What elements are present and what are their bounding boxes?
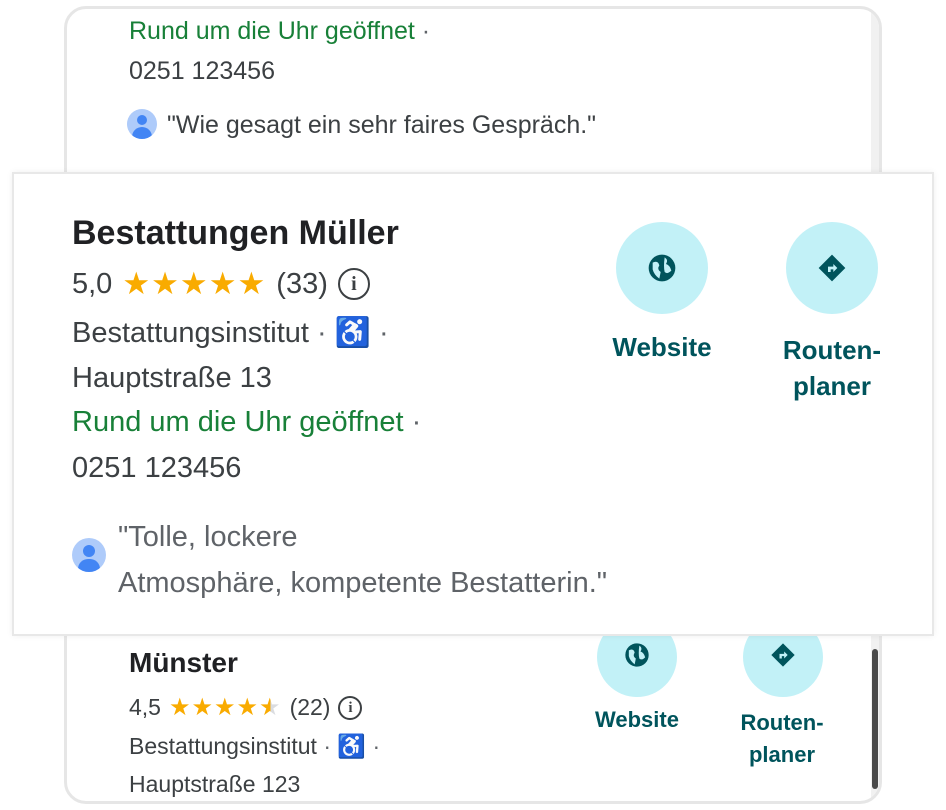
info-icon[interactable]: i	[337, 268, 370, 300]
opening-hours[interactable]: Rund um die Uhr geöffnet	[72, 406, 404, 438]
bottom-listing-rating-row: 4,5 ★★★★★ (22) i	[129, 693, 363, 722]
star-rating: ★★★★★	[122, 266, 267, 301]
reviewer-avatar	[127, 109, 157, 139]
bottom-listing-name[interactable]: Münster	[129, 647, 238, 679]
separator-dot: ·	[317, 317, 327, 349]
bottom-listing-category: Bestattungsinstitut	[129, 733, 317, 759]
bottom-listing-category-line: Bestattungsinstitut · ♿ ·	[129, 733, 380, 760]
category-line: Bestattungsinstitut · ♿ ·	[72, 316, 389, 350]
listing-address: Hauptstraße 13	[72, 362, 272, 394]
directions-label-line1: Routen-	[782, 335, 882, 365]
wheelchair-accessible-icon: ♿	[334, 317, 371, 349]
globe-icon	[648, 254, 676, 282]
scrollbar-thumb[interactable]	[872, 649, 878, 789]
separator-dot: ·	[378, 317, 389, 349]
info-icon[interactable]: i	[338, 695, 363, 720]
directions-label[interactable]: Routen- planer	[722, 707, 842, 771]
rating-value: 5,0	[72, 267, 113, 300]
directions-icon	[818, 254, 846, 282]
listing-phone[interactable]: 0251 123456	[72, 452, 241, 485]
review-snippet-line1: "Tolle, lockere	[118, 521, 298, 553]
separator-dot: ·	[411, 406, 422, 438]
globe-icon	[625, 643, 649, 667]
wheelchair-accessible-icon: ♿	[337, 733, 367, 759]
rating-row: 5,0 ★★★★★ (33) i	[72, 266, 370, 302]
review-snippet-line2: Atmosphäre, kompetente Bestatterin."	[118, 567, 608, 599]
bottom-listing-rating: 4,5	[129, 694, 161, 720]
directions-button[interactable]	[786, 222, 878, 314]
directions-icon	[771, 643, 795, 667]
hours-line: Rund um die Uhr geöffnet ·	[72, 406, 421, 439]
directions-label-line1: Routen-	[740, 710, 824, 735]
featured-listing-card[interactable]: Bestattungen Müller 5,0 ★★★★★ (33) i Bes…	[12, 172, 934, 636]
top-listing-hours: Rund um die Uhr geöffnet	[129, 17, 415, 45]
top-listing-review: "Wie gesagt ein sehr faires Gespräch."	[167, 111, 597, 139]
directions-label-line2: planer	[792, 371, 872, 401]
reviewer-avatar	[72, 538, 106, 572]
review-snippet: "Tolle, lockere Atmosphäre, kompetente B…	[118, 514, 607, 606]
separator-dot: ·	[421, 17, 431, 45]
directions-label[interactable]: Routen- planer	[762, 332, 902, 404]
website-label[interactable]: Website	[582, 707, 692, 733]
website-label[interactable]: Website	[592, 332, 732, 363]
listing-category: Bestattungsinstitut	[72, 317, 309, 349]
top-listing-hours-line: Rund um die Uhr geöffnet ·	[129, 17, 430, 46]
half-star-icon: ★	[259, 694, 282, 721]
directions-label-line2: planer	[748, 742, 816, 767]
website-button[interactable]	[616, 222, 708, 314]
listing-name[interactable]: Bestattungen Müller	[72, 214, 399, 253]
separator-dot: ·	[323, 733, 332, 759]
separator-dot: ·	[372, 733, 381, 759]
review-count[interactable]: (33)	[276, 268, 328, 301]
bottom-listing-stars: ★★★★★	[168, 694, 282, 721]
bottom-listing-review-count[interactable]: (22)	[290, 694, 331, 721]
bottom-listing-address: Hauptstraße 123	[129, 771, 301, 797]
top-listing-phone[interactable]: 0251 123456	[129, 57, 275, 86]
